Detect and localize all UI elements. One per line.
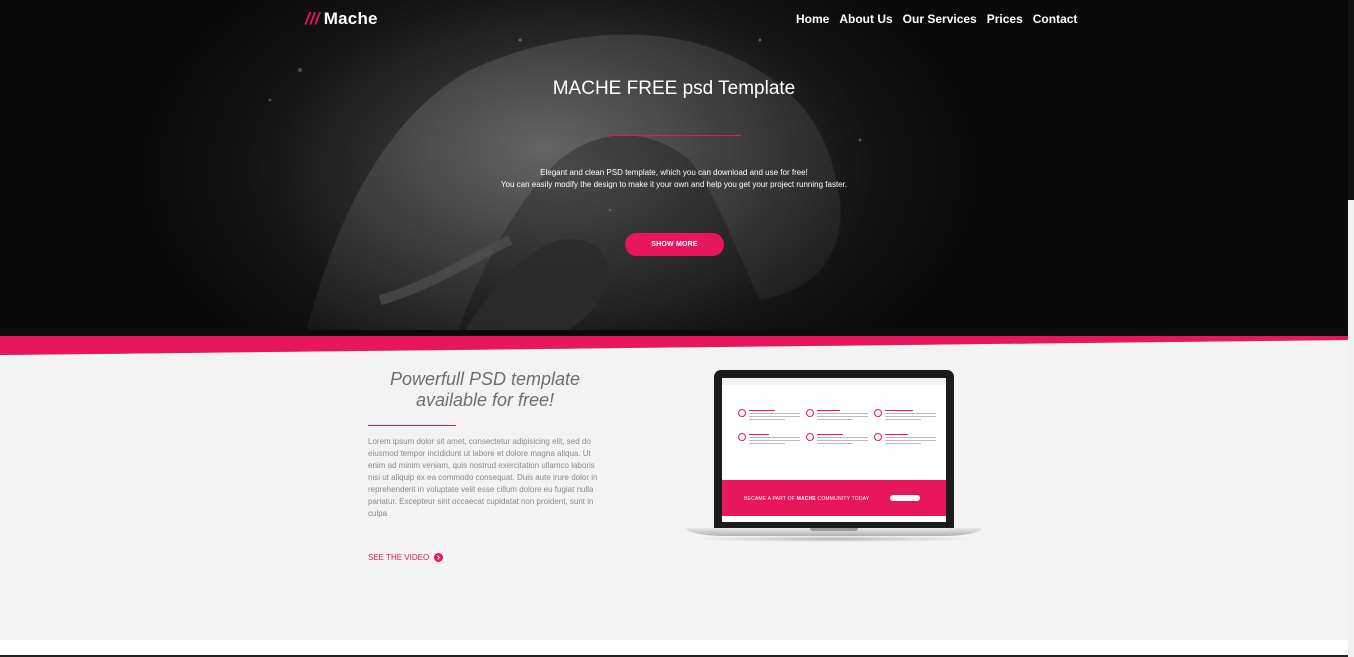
nav-our-services[interactable]: Our Services [903, 12, 977, 26]
hero-description-line-1: Elegant and clean PSD template, which yo… [540, 168, 808, 177]
mini-feature-icon [874, 433, 882, 441]
hero-description-line-2: You can easily modify the design to make… [500, 180, 848, 189]
mini-cta-band: BECAME A PART OF MACHE COMMUNITY TODAY [722, 480, 946, 516]
hero-section: ///Mache Home About Us Our Services Pric… [0, 0, 1348, 356]
pink-divider-band [0, 330, 1348, 360]
feature-title: Powerfull PSD template available for fre… [368, 369, 602, 411]
laptop-mockup-image: BECAME A PART OF MACHE COMMUNITY TODAY [686, 370, 982, 545]
logo[interactable]: ///Mache [305, 9, 378, 29]
hero-divider [608, 135, 741, 136]
mini-feature-icon [738, 409, 746, 417]
scrollbar-thumb[interactable] [1348, 0, 1354, 200]
laptop-screen-frame: BECAME A PART OF MACHE COMMUNITY TODAY [714, 370, 954, 528]
mini-feature [738, 408, 800, 420]
mini-feature-icon [874, 409, 882, 417]
hero-description: Elegant and clean PSD template, which yo… [0, 167, 1348, 191]
nav-prices[interactable]: Prices [987, 12, 1023, 26]
see-the-video-link[interactable]: SEE THE VIDEO [368, 553, 444, 562]
show-more-button[interactable]: SHOW MORE [625, 233, 724, 256]
feature-title-line-2: available for free! [415, 390, 555, 410]
logo-text: Mache [323, 9, 378, 28]
chevron-right-circle-icon [434, 553, 444, 562]
main-nav: Home About Us Our Services Prices Contac… [796, 12, 1077, 26]
mini-feature [738, 432, 800, 444]
see-the-video-label: SEE THE VIDEO [368, 553, 430, 562]
laptop-shadow [692, 536, 976, 542]
mini-feature [806, 432, 868, 444]
laptop-screen: BECAME A PART OF MACHE COMMUNITY TODAY [722, 378, 946, 522]
mini-feature-grid [738, 408, 938, 444]
mini-cta-button [890, 495, 920, 501]
mini-cta-text: BECAME A PART OF MACHE COMMUNITY TODAY [744, 496, 870, 502]
laptop-notch [810, 528, 858, 531]
nav-about-us[interactable]: About Us [839, 12, 892, 26]
nav-contact[interactable]: Contact [1033, 12, 1078, 26]
mini-feature [874, 432, 936, 444]
hero-title: MACHE FREE psd Template [552, 78, 796, 99]
nav-home[interactable]: Home [796, 12, 829, 26]
logo-slashes: /// [305, 9, 320, 28]
feature-divider [368, 425, 456, 426]
feature-title-line-1: Powerfull PSD template [389, 369, 581, 389]
mini-feature-icon [806, 409, 814, 417]
feature-body-text: Lorem ipsum dolor sit amet, consectetur … [368, 437, 598, 518]
mini-feature-icon [738, 433, 746, 441]
mini-feature-icon [806, 433, 814, 441]
mini-feature [806, 408, 868, 420]
mini-feature [874, 408, 936, 420]
